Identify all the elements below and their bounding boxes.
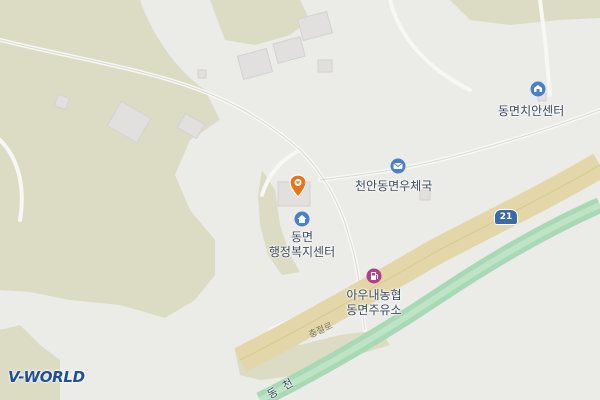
admin-center-label-line1[interactable]: 동면 bbox=[272, 230, 332, 244]
map-view[interactable]: 동면치안센터 천안동면우체국 동면 행정복지센터 아우내농협 동면주유소 충절로… bbox=[0, 0, 600, 400]
gas-station-icon[interactable] bbox=[366, 268, 382, 284]
v-world-logo: V-WORLD bbox=[8, 368, 85, 386]
police-center-label[interactable]: 동면치안센터 bbox=[498, 104, 564, 118]
map-base-layer bbox=[0, 0, 600, 400]
admin-center-label-line2[interactable]: 행정복지센터 bbox=[254, 245, 350, 259]
home-icon[interactable] bbox=[294, 211, 310, 227]
route-shield: 21 bbox=[494, 209, 518, 225]
gas-station-label-line2[interactable]: 동면주유소 bbox=[334, 303, 414, 317]
post-office-label[interactable]: 천안동면우체국 bbox=[355, 179, 432, 193]
police-icon[interactable] bbox=[530, 81, 546, 97]
location-pin-icon[interactable] bbox=[289, 174, 307, 198]
post-office-icon[interactable] bbox=[390, 158, 406, 174]
gas-station-label-line1[interactable]: 아우내농협 bbox=[334, 288, 414, 302]
